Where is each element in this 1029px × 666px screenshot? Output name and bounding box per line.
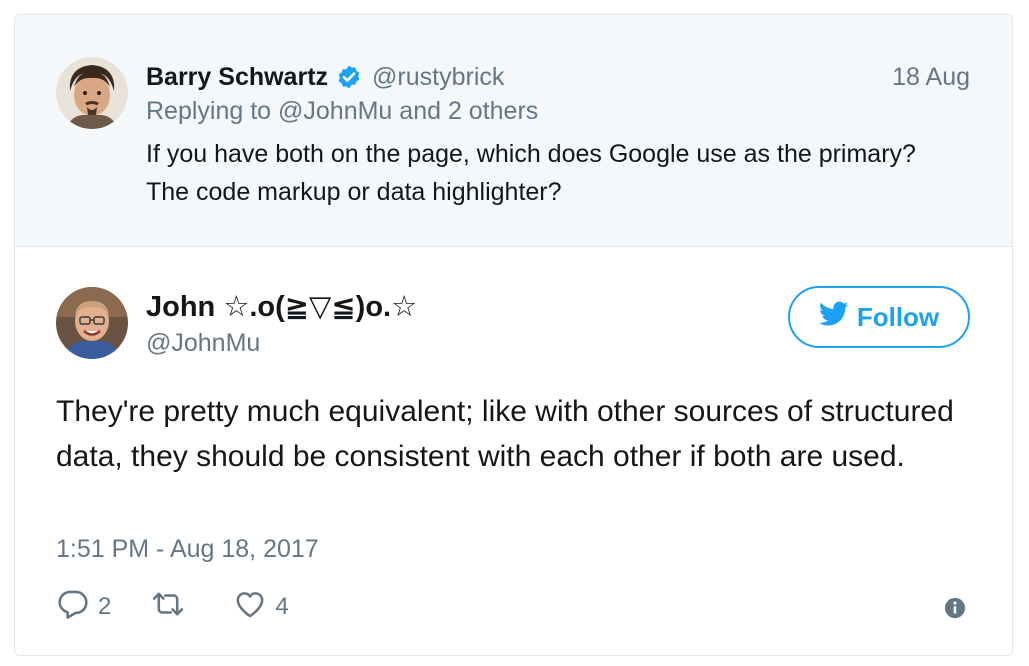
parent-author-name[interactable]: Barry Schwartz	[146, 63, 328, 92]
parent-tweet-text: If you have both on the page, which does…	[146, 140, 916, 206]
main-author-handle[interactable]: @JohnMu	[146, 329, 260, 358]
follow-button[interactable]: Follow	[788, 286, 970, 348]
like-count: 4	[275, 593, 289, 620]
twitter-bird-icon	[818, 301, 857, 334]
john-avatar[interactable]	[56, 287, 128, 359]
like-icon	[233, 587, 267, 628]
parent-tweet-date[interactable]: 18 Aug	[892, 59, 970, 95]
main-author-name[interactable]: John ☆.o(≧▽≦)o.☆	[146, 289, 417, 324]
replying-to-text: Replying to @JohnMu and 2 others	[146, 97, 539, 125]
retweet-icon	[151, 587, 185, 628]
barry-avatar[interactable]	[56, 57, 128, 129]
like-action[interactable]: 4	[233, 587, 289, 628]
parent-tweet[interactable]: Barry Schwartz @rustybrick 18 Aug Replyi…	[15, 15, 1012, 247]
parent-author-line: Barry Schwartz @rustybrick	[146, 59, 504, 95]
tweet-embed-card: Barry Schwartz @rustybrick 18 Aug Replyi…	[14, 14, 1013, 656]
info-icon[interactable]	[944, 597, 966, 619]
retweet-action[interactable]	[151, 587, 185, 628]
tweet-timestamp[interactable]: 1:51 PM - Aug 18, 2017	[56, 535, 319, 564]
verified-badge-icon	[336, 64, 362, 90]
reply-action[interactable]: 2	[56, 587, 111, 628]
reply-icon	[56, 587, 90, 628]
tweet-actions: 2 4	[56, 589, 289, 625]
parent-author-handle[interactable]: @rustybrick	[372, 63, 504, 92]
reply-count: 2	[98, 593, 112, 620]
main-tweet-text: They're pretty much equivalent; like wit…	[56, 395, 954, 473]
follow-label: Follow	[856, 301, 940, 332]
